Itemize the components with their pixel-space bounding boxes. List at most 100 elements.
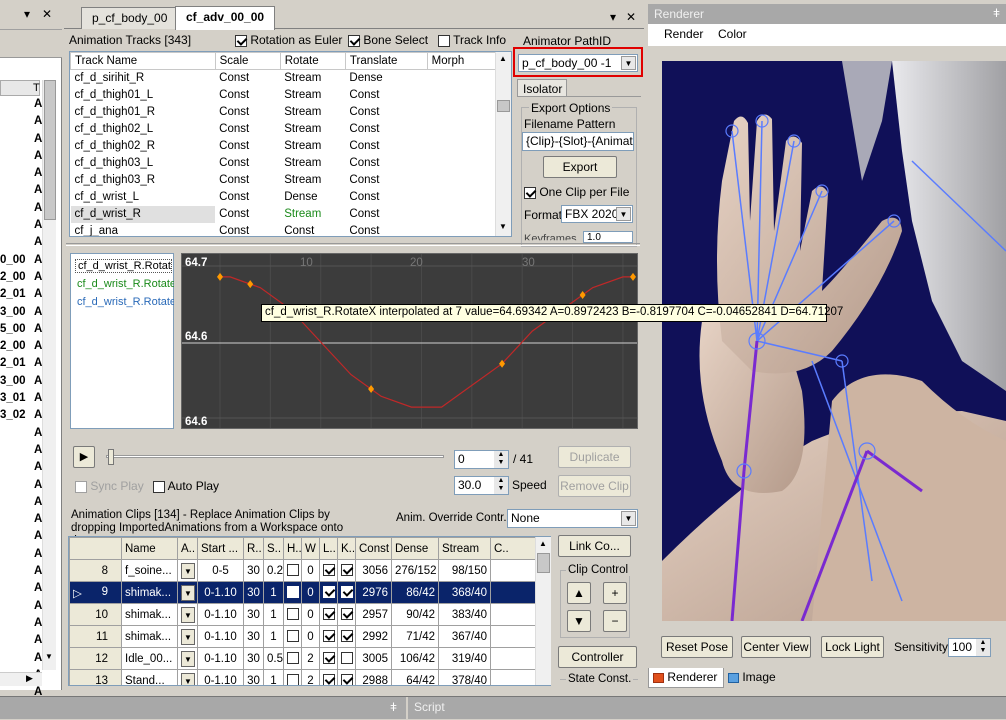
left-list-row[interactable]: A — [0, 547, 42, 564]
tracks-col-header[interactable]: Rotate — [279, 52, 346, 70]
checkbox[interactable] — [287, 630, 299, 643]
filename-pattern-input[interactable]: {Clip}-{Slot}-{Animator} — [522, 132, 634, 151]
left-list-row[interactable]: A — [0, 201, 42, 218]
checkbox[interactable] — [438, 34, 450, 47]
clip-cell[interactable]: 10 — [69, 603, 122, 626]
tracks-col-header[interactable]: Translate — [344, 52, 428, 70]
clip-cell[interactable]: 0-1.10 — [197, 581, 244, 604]
clip-cell[interactable]: Idle_00... — [121, 647, 178, 670]
scroll-down-icon[interactable]: ▼ — [45, 652, 53, 661]
link-controller-button[interactable]: Link Co... — [558, 535, 631, 557]
clip-cell[interactable] — [337, 669, 356, 685]
scroll-thumb[interactable] — [44, 80, 56, 220]
clip-cell[interactable] — [490, 647, 540, 670]
clip-cell[interactable]: Stand... — [121, 669, 178, 685]
format-select[interactable]: FBX 2020. ▼ — [561, 205, 633, 223]
scroll-down-icon[interactable]: ▼ — [499, 222, 507, 231]
tab-image[interactable]: Image — [724, 668, 782, 688]
clip-cell[interactable]: ▷ 9 — [69, 581, 122, 604]
curve-chart[interactable] — [182, 254, 638, 429]
clips-scrollbar[interactable]: ▲ — [535, 537, 551, 685]
model-render[interactable] — [662, 61, 1006, 621]
left-list-row[interactable]: A — [0, 529, 42, 546]
clips-col-header[interactable]: Start ... — [197, 537, 244, 560]
left-list-row[interactable]: A — [0, 114, 42, 131]
clip-cell[interactable]: 1 — [263, 669, 284, 685]
sensitivity-input[interactable]: 100 ▲ ▼ — [948, 638, 991, 657]
clip-cell[interactable] — [490, 581, 540, 604]
clip-cell[interactable]: 378/40 — [438, 669, 491, 685]
clip-cell[interactable]: 2992 — [355, 625, 392, 648]
left-list-row[interactable]: A — [0, 495, 42, 512]
clip-cell[interactable]: ▼ — [177, 603, 198, 626]
clips-col-header[interactable] — [69, 537, 122, 560]
tracks-col-header[interactable]: Morph — [426, 52, 501, 70]
left-list-row[interactable]: A 3_00 — [0, 305, 42, 322]
left-list-row[interactable]: A — [0, 581, 42, 598]
keyframe-point[interactable] — [579, 290, 586, 299]
scroll-up-icon[interactable]: ▲ — [499, 54, 507, 63]
clip-row[interactable]: 11 shimak... ▼ 0-1.10 30 1 0 2992 71/42 367/40 — [69, 625, 540, 648]
track-row[interactable]: cf_d_thigh02_R Const Stream Const — [71, 138, 500, 155]
splitter[interactable] — [66, 243, 640, 246]
track-row[interactable]: cf_d_thigh03_R Const Stream Const — [71, 172, 500, 189]
clip-cell[interactable]: 0 — [301, 559, 320, 582]
clip-cell[interactable] — [319, 625, 338, 648]
clip-cell[interactable]: shimak... — [121, 625, 178, 648]
clip-cell[interactable]: ▼ — [177, 581, 198, 604]
left-list-row[interactable]: A 2_01 — [0, 287, 42, 304]
left-list-row[interactable]: A 5_00 — [0, 322, 42, 339]
clip-cell[interactable]: 2 — [301, 647, 320, 670]
clips-col-header[interactable]: R.. — [243, 537, 264, 560]
override-select[interactable]: None ▼ — [507, 509, 638, 528]
checkbox[interactable] — [323, 630, 335, 643]
clip-cell[interactable]: 0-1.10 — [197, 647, 244, 670]
speed-input[interactable]: 30.0 ▲ ▼ — [454, 476, 509, 495]
clip-cell[interactable] — [337, 559, 356, 582]
left-list-row[interactable]: A — [0, 218, 42, 235]
clip-cell[interactable] — [283, 603, 302, 626]
clips-col-header[interactable]: C.. — [490, 537, 540, 560]
checkbox[interactable] — [287, 674, 299, 685]
center-view-button[interactable]: Center View — [741, 636, 811, 658]
clip-cell[interactable] — [283, 669, 302, 685]
move-down-button[interactable]: ▼ — [567, 610, 591, 632]
clip-cell[interactable]: 30 — [243, 559, 264, 582]
left-list-row[interactable]: A 3_00 — [0, 374, 42, 391]
clip-cell[interactable]: 276/152 — [391, 559, 439, 582]
tracks-list[interactable]: Track Name Scale Rotate Translate Morph cf_d… — [69, 51, 512, 237]
checkbox[interactable] — [323, 674, 335, 685]
clip-cell[interactable] — [490, 669, 540, 685]
sync-play-option[interactable]: Sync Play — [75, 479, 144, 493]
left-list-row[interactable]: A 2_01 — [0, 356, 42, 373]
clips-col-header[interactable]: L.. — [319, 537, 338, 560]
clips-col-header[interactable]: W — [301, 537, 320, 560]
chevron-down-icon[interactable]: ▼ — [181, 606, 195, 623]
checkbox[interactable] — [235, 34, 247, 47]
scroll-up-icon[interactable]: ▲ — [539, 539, 547, 548]
checkbox[interactable] — [323, 652, 335, 665]
clip-cell[interactable]: 13 — [69, 669, 122, 685]
left-list-row[interactable]: A — [0, 183, 42, 200]
chevron-down-icon[interactable]: ▼ — [181, 628, 195, 645]
clip-cell[interactable] — [337, 625, 356, 648]
clip-cell[interactable]: 0-1.10 — [197, 625, 244, 648]
checkbox[interactable] — [75, 480, 87, 493]
scroll-thumb[interactable] — [537, 553, 550, 573]
clip-cell[interactable]: 12 — [69, 647, 122, 670]
clip-cell[interactable] — [337, 603, 356, 626]
clip-cell[interactable]: ▼ — [177, 625, 198, 648]
track-row[interactable]: cf_j_ana Const Const Const — [71, 223, 500, 236]
clip-cell[interactable]: ▼ — [177, 559, 198, 582]
clip-cell[interactable]: 0.5 — [263, 647, 284, 670]
menu-color[interactable]: Color — [718, 27, 747, 41]
checkbox[interactable] — [348, 34, 360, 47]
clip-cell[interactable]: 8 — [69, 559, 122, 582]
left-hscrollbar[interactable]: ▶ — [0, 672, 42, 686]
track-row[interactable]: cf_d_thigh01_L Const Stream Const — [71, 87, 500, 104]
timeline-thumb[interactable] — [108, 449, 114, 465]
curve-item-z[interactable]: cf_d_wrist_R.RotateZ — [77, 296, 174, 308]
left-list-row[interactable]: A — [0, 599, 42, 616]
track-row[interactable]: cf_d_thigh03_L Const Stream Const — [71, 155, 500, 172]
clip-cell[interactable] — [283, 647, 302, 670]
